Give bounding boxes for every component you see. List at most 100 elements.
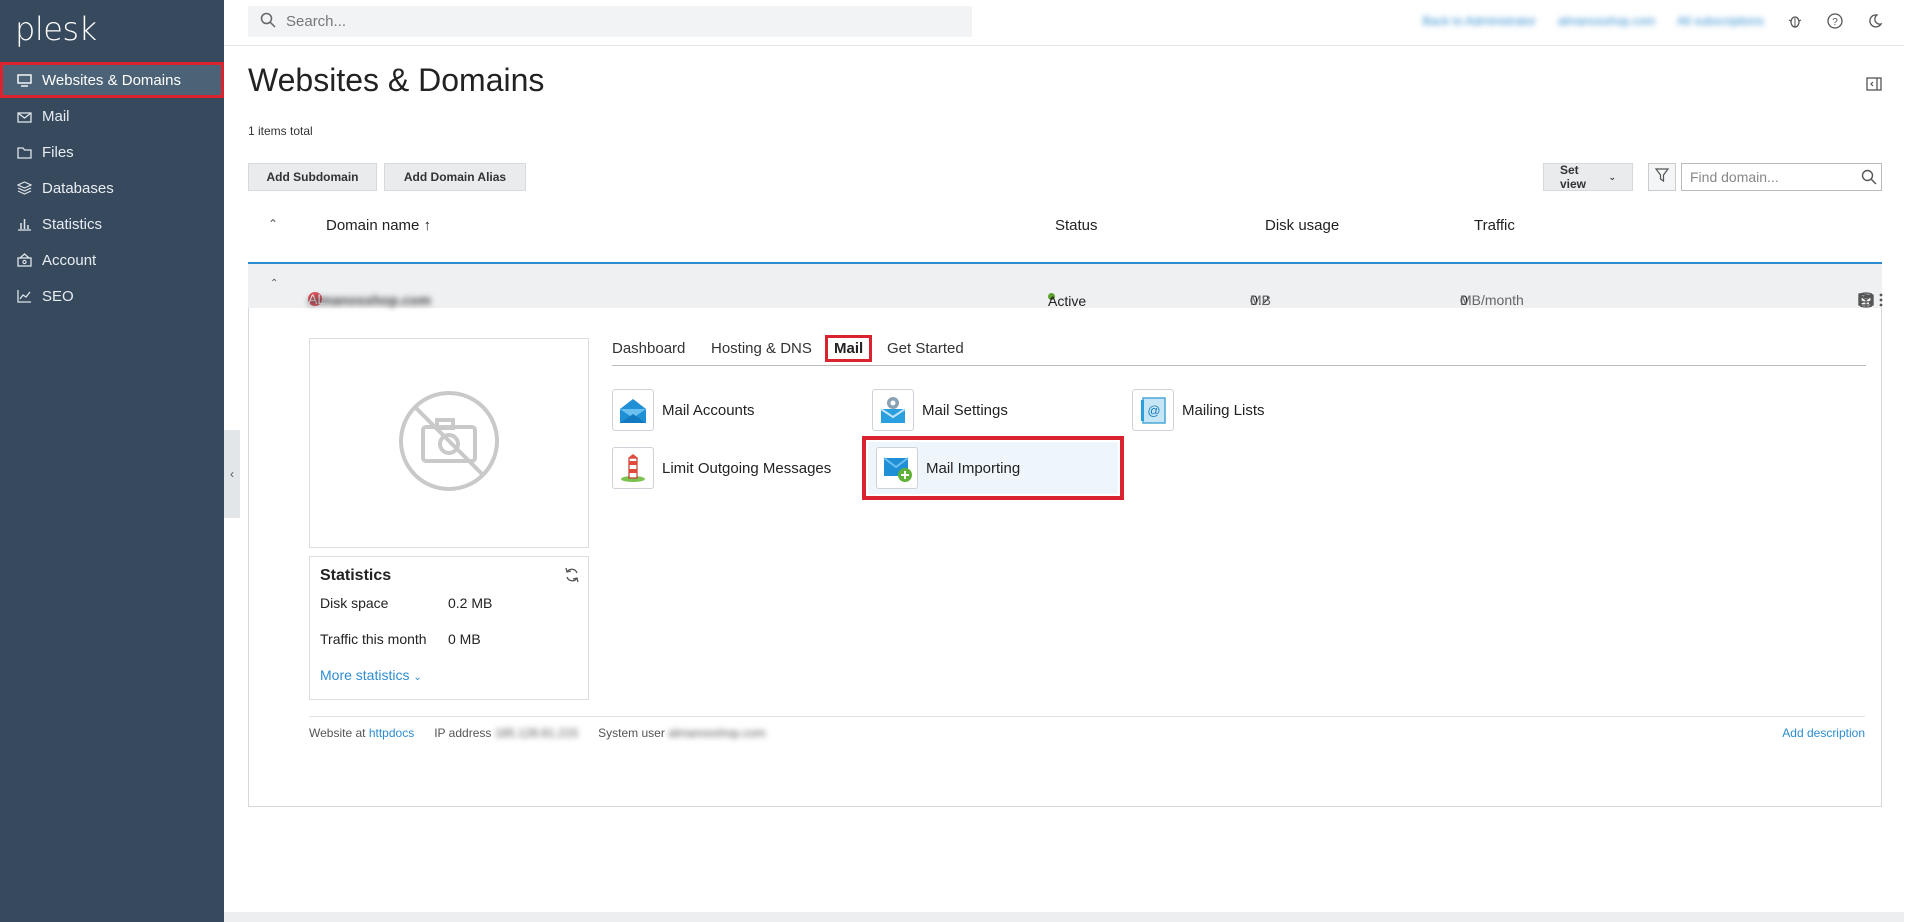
sidebar-item-seo[interactable]: SEO — [0, 278, 224, 314]
sidebar-item-label: Files — [42, 143, 74, 161]
site-preview — [309, 338, 589, 548]
table-header: ⌃ Domain name ↑ Status Disk usage Traffi… — [248, 209, 1882, 245]
set-view-button[interactable]: Set view ⌄ — [1543, 163, 1633, 191]
col-status: Status — [1055, 217, 1098, 234]
domain-footer: Website at httpdocs IP address 185.128.8… — [309, 726, 1865, 740]
more-statistics-link[interactable]: More statistics ⌄ — [320, 667, 578, 683]
sidebar-item-account[interactable]: Account — [0, 242, 224, 278]
svg-text:@: @ — [1147, 403, 1160, 418]
mailing-lists-icon: @ — [1132, 389, 1174, 431]
items-count: 1 items total — [248, 124, 313, 138]
mailing-lists-tool[interactable]: @ Mailing Lists — [1132, 389, 1265, 431]
bug-icon[interactable] — [1786, 12, 1804, 30]
sidebar-item-label: Statistics — [42, 215, 103, 233]
bar-chart-icon — [16, 216, 32, 232]
sidebar-item-files[interactable]: Files — [0, 134, 224, 170]
refresh-icon[interactable] — [564, 567, 580, 588]
search-input[interactable]: Search... — [248, 6, 972, 37]
help-icon[interactable]: ? — [1826, 12, 1844, 30]
mail-importing-tool[interactable]: Mail Importing — [862, 436, 1124, 500]
monitor-icon — [16, 72, 32, 88]
mail-accounts-tool[interactable]: Mail Accounts — [612, 389, 755, 431]
plesk-logo[interactable]: plesk — [15, 10, 97, 48]
chevron-down-icon: ⌄ — [413, 672, 422, 683]
dark-mode-icon[interactable] — [1866, 12, 1884, 30]
tab-dashboard[interactable]: Dashboard — [612, 340, 685, 357]
more-menu-icon[interactable] — [1878, 292, 1884, 311]
line-chart-icon — [16, 288, 32, 304]
traffic-value: 0 MB — [448, 631, 481, 647]
chevron-down-icon: ⌄ — [1048, 293, 1055, 302]
chevron-down-icon: ⌄ — [1608, 171, 1616, 182]
mail-importing-label: Mail Importing — [926, 459, 1021, 477]
account-icon — [16, 252, 32, 268]
traffic-line: Traffic this month 0 MB — [320, 631, 578, 667]
mailing-lists-label: Mailing Lists — [1182, 401, 1265, 419]
mail-settings-icon — [872, 389, 914, 431]
user-menu[interactable]: almanosshop.com — [1558, 14, 1655, 28]
ip-address-value: 185.128.81.215 — [494, 726, 579, 740]
col-traffic: Traffic — [1474, 217, 1515, 234]
sidebar-item-websites-domains[interactable]: Websites & Domains — [0, 62, 224, 98]
domain-name[interactable]: almanosshop.com — [308, 292, 431, 308]
sidebar-item-label: Account — [42, 251, 97, 269]
system-user-label: System user — [598, 726, 665, 740]
search-placeholder: Search... — [286, 13, 347, 30]
limit-outgoing-label: Limit Outgoing Messages — [662, 459, 832, 477]
disk-space-value: 0.2 MB — [448, 595, 493, 611]
search-icon — [260, 12, 276, 32]
statistics-card: Statistics Disk space 0.2 MB Traffic thi… — [309, 556, 589, 700]
sidebar-item-mail[interactable]: Mail — [0, 98, 224, 134]
system-user-value: almanosshop.com — [668, 726, 766, 740]
tab-hosting-dns[interactable]: Hosting & DNS — [711, 340, 812, 357]
topbar-links: Back to Administrator almanosshop.com Al… — [1423, 12, 1884, 30]
mail-settings-tool[interactable]: Mail Settings — [872, 389, 1008, 431]
divider — [309, 716, 1865, 717]
collapse-panel-icon[interactable] — [1866, 76, 1882, 97]
search-icon[interactable] — [1861, 169, 1877, 188]
disk-unit: MB — [1250, 292, 1271, 308]
no-screenshot-icon — [397, 389, 501, 498]
add-domain-alias-button[interactable]: Add Domain Alias — [384, 163, 526, 191]
add-description-link[interactable]: Add description — [1782, 726, 1865, 740]
svg-text:?: ? — [1832, 17, 1838, 28]
limit-outgoing-messages-tool[interactable]: Limit Outgoing Messages — [612, 447, 831, 489]
traffic-unit: MB/month — [1460, 292, 1524, 308]
statistics-title: Statistics — [320, 567, 392, 584]
tab-mail[interactable]: Mail — [824, 335, 873, 362]
ip-address-label: IP address — [434, 726, 492, 740]
sidebar-item-label: Websites & Domains — [42, 71, 181, 89]
limit-outgoing-icon — [612, 447, 654, 489]
chevron-up-icon[interactable]: ⌃ — [270, 278, 278, 289]
collapse-all-icon[interactable]: ⌃ — [268, 217, 278, 231]
folder-icon — [16, 144, 32, 160]
back-to-admin-link[interactable]: Back to Administrator — [1423, 14, 1536, 28]
sidebar-item-databases[interactable]: Databases — [0, 170, 224, 206]
add-subdomain-button[interactable]: Add Subdomain — [248, 163, 377, 191]
httpdocs-link[interactable]: httpdocs — [369, 726, 414, 740]
sidebar-item-label: Mail — [42, 107, 70, 125]
sliders-icon[interactable] — [1858, 292, 1874, 311]
sidebar-item-label: SEO — [42, 287, 74, 305]
horizontal-scrollbar[interactable] — [224, 912, 1904, 922]
sidebar-nav: Websites & Domains Mail Files Databases … — [0, 62, 224, 314]
col-domain-name[interactable]: Domain name ↑ — [326, 217, 431, 234]
page-title: Websites & Domains — [248, 62, 545, 98]
more-statistics-label: More statistics — [320, 667, 410, 683]
filter-button[interactable] — [1648, 163, 1676, 191]
filter-icon — [1654, 167, 1670, 187]
mail-importing-icon — [876, 447, 918, 489]
tab-get-started[interactable]: Get Started — [887, 340, 964, 357]
mail-accounts-icon — [612, 389, 654, 431]
subscriptions-menu[interactable]: All subscriptions — [1677, 14, 1764, 28]
mail-accounts-label: Mail Accounts — [662, 401, 755, 419]
find-domain-input[interactable]: Find domain... — [1681, 163, 1882, 191]
table-row[interactable]: ⌃ AL almanosshop.com Active ⌄ 0.2 MB 0 MB… — [248, 262, 1884, 311]
sidebar-item-label: Databases — [42, 179, 114, 197]
col-disk-usage: Disk usage — [1265, 217, 1340, 234]
disk-space-label: Disk space — [320, 595, 389, 611]
website-at-label: Website at — [309, 726, 366, 740]
envelope-icon — [16, 108, 32, 124]
traffic-label: Traffic this month — [320, 631, 427, 647]
sidebar-item-statistics[interactable]: Statistics — [0, 206, 224, 242]
